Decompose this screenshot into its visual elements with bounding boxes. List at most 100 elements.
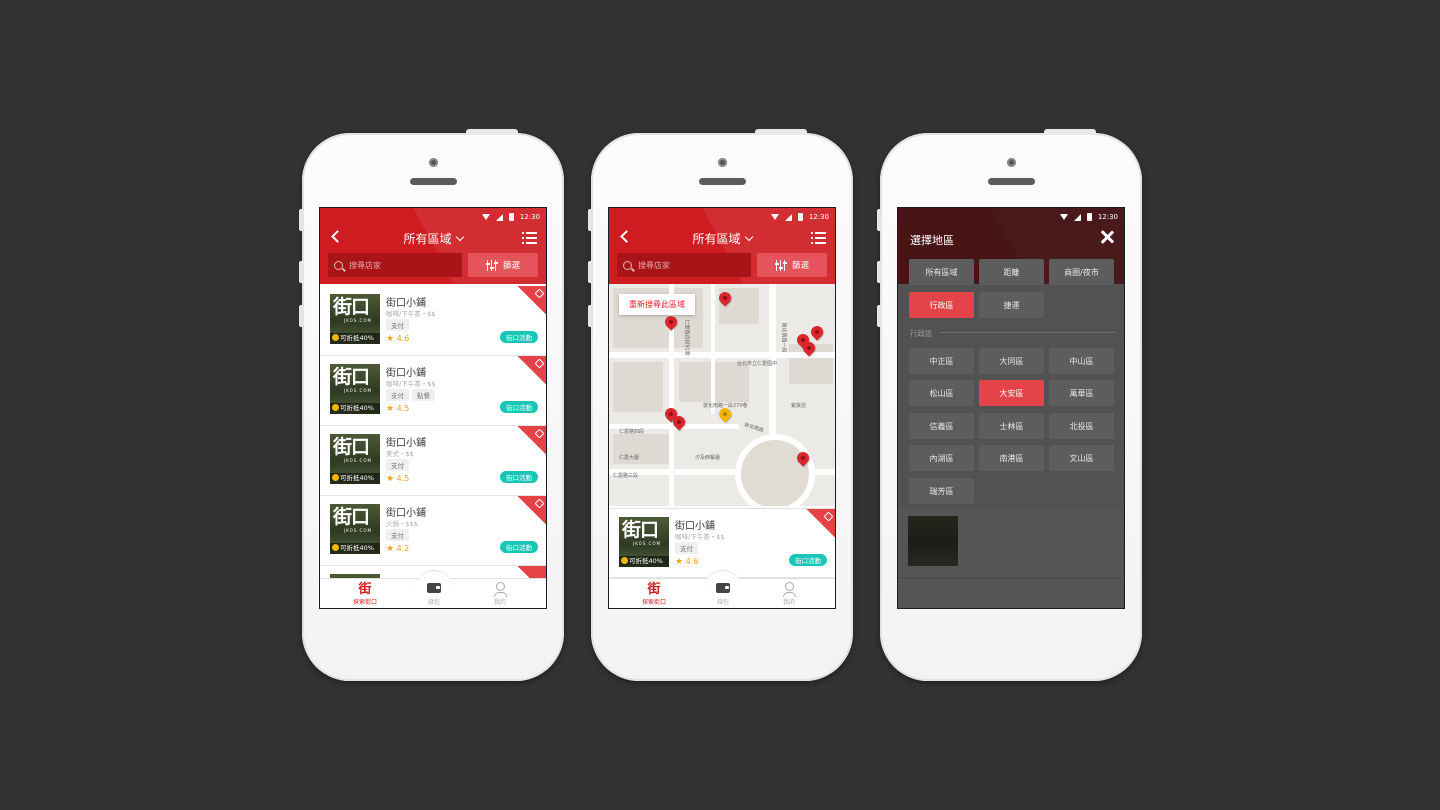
tab-explore[interactable]: 街探索街口 (624, 582, 684, 606)
store-card[interactable]: 街口 JKOS.COM 可折抵40% 街口小鋪 美式・$$ 支付 ★ 4.5 街… (320, 426, 546, 496)
tab-label: 錢包 (716, 599, 729, 606)
star-icon: ★ (386, 334, 395, 344)
district-option[interactable]: 南港區 (979, 445, 1044, 471)
status-bar: 12:30 (481, 212, 540, 222)
filter-button[interactable]: 篩選 (757, 253, 827, 277)
search-this-area-button[interactable]: 重新搜尋此區域 (619, 294, 695, 315)
district-option[interactable]: 中山區 (1049, 348, 1114, 374)
region-dropdown[interactable]: 所有區域 (609, 230, 835, 247)
app-header: 12:30 所有區域 搜尋店家 篩選 (609, 208, 835, 284)
region-modal-overlay[interactable]: 12:30 選擇地區 所有區域 距離 商圈/夜市 行政區 捷運 行政區 中正區 … (898, 208, 1124, 608)
option-business-district[interactable]: 商圈/夜市 (1049, 259, 1114, 285)
tag: 支付 (675, 542, 698, 554)
close-icon[interactable] (1100, 230, 1114, 244)
search-input[interactable]: 搜尋店家 (328, 253, 462, 277)
district-option-selected[interactable]: 大安區 (979, 380, 1044, 406)
modal-title: 選擇地區 (910, 234, 954, 247)
district-option[interactable]: 松山區 (909, 380, 974, 406)
store-card[interactable]: 街口 JKOS.COM 可折抵40% 街口小鋪 咖啡/下午茶・$$ 支付 點餐 ★… (320, 356, 546, 426)
region-dropdown[interactable]: 所有區域 (320, 230, 546, 247)
search-placeholder: 搜尋店家 (638, 260, 670, 270)
filter-label: 篩選 (502, 261, 520, 271)
event-badge[interactable]: 街口活動 (789, 554, 827, 566)
district-option[interactable]: 中正區 (909, 348, 974, 374)
street-label: 敦化南路 (743, 422, 765, 434)
search-icon (623, 260, 632, 270)
store-tags: 支付 (675, 542, 698, 554)
district-option[interactable]: 士林區 (979, 413, 1044, 439)
store-logo-url: JKOS.COM (344, 388, 372, 393)
page-title: 所有區域 (403, 232, 452, 246)
filter-label: 篩選 (791, 261, 809, 271)
search-input[interactable]: 搜尋店家 (617, 253, 751, 277)
district-option[interactable]: 文山區 (1049, 445, 1114, 471)
phone-list-view: 12:30 所有區域 搜尋店家 篩選 街口 JKOS.COM 可折抵40% 街口 (299, 129, 564, 681)
screen: 12:30 所有區域 搜尋店家 篩選 街口 JKOS.COM 可折抵40% 街口 (319, 207, 547, 609)
event-badge[interactable]: 街口活動 (500, 541, 538, 553)
option-all-regions[interactable]: 所有區域 (909, 259, 974, 285)
speaker (699, 178, 746, 185)
district-option[interactable]: 萬華區 (1049, 380, 1114, 406)
wifi-icon (1059, 214, 1068, 220)
user-icon (495, 582, 505, 591)
store-card[interactable]: 街口 JKOS.COM 可折抵40% 街口小鋪 咖啡/下午茶・$$ 支付 ★ 4… (320, 286, 546, 356)
star-icon: ★ (386, 474, 395, 484)
tab-label: 我的 (782, 599, 795, 606)
coin-icon (332, 544, 339, 551)
option-administrative-district[interactable]: 行政區 (909, 292, 974, 318)
page-title: 所有區域 (692, 232, 741, 246)
tab-label: 探索街口 (641, 599, 666, 606)
discount-label: 可折抵40% (330, 403, 380, 414)
store-rating: ★ 4.6 (386, 334, 410, 344)
status-bar: 12:30 (770, 212, 829, 222)
tab-label: 錢包 (427, 599, 440, 606)
phone-map-view: 12:30 所有區域 搜尋店家 篩選 仁愛路四段91巷 敦化南路一段 仁愛路四段… (588, 129, 853, 681)
wifi-icon (770, 214, 779, 220)
tab-explore[interactable]: 街探索街口 (335, 582, 395, 606)
event-badge[interactable]: 街口活動 (500, 471, 538, 483)
explore-icon: 街 (647, 582, 661, 597)
battery-icon (797, 213, 803, 221)
signal-icon (495, 213, 503, 221)
tag: 支付 (386, 459, 409, 471)
star-icon: ★ (386, 544, 395, 554)
map[interactable]: 仁愛路四段91巷 敦化南路一段 仁愛路四段 仁愛大廳 仁愛路三段 敦化南路 汐及… (609, 284, 835, 506)
store-category: 火鍋・$$$ (386, 520, 418, 528)
coin-icon (621, 557, 628, 564)
option-mrt[interactable]: 捷運 (979, 292, 1044, 318)
district-option[interactable]: 瑞芳區 (909, 478, 974, 504)
district-option[interactable]: 內湖區 (909, 445, 974, 471)
sliders-icon (485, 259, 498, 271)
store-thumbnail: 街口 JKOS.COM 可折抵40% (330, 504, 380, 554)
district-option[interactable]: 北投區 (1049, 413, 1114, 439)
store-category: 咖啡/下午茶・$$ (386, 380, 436, 388)
map-pin[interactable] (808, 323, 826, 341)
district-option[interactable]: 大同區 (979, 348, 1044, 374)
store-logo: 街口 (333, 296, 370, 318)
search-placeholder: 搜尋店家 (349, 260, 381, 270)
filter-button[interactable]: 篩選 (468, 253, 538, 277)
tab-profile[interactable]: 我的 (759, 582, 819, 606)
star-icon: ★ (386, 404, 395, 414)
event-badge[interactable]: 街口活動 (500, 331, 538, 343)
list-view-icon[interactable] (522, 232, 537, 245)
discount-label: 可折抵40% (619, 556, 669, 567)
explore-icon: 街 (358, 582, 372, 597)
wifi-icon (481, 214, 490, 220)
list-view-icon[interactable] (811, 232, 826, 245)
tab-profile[interactable]: 我的 (470, 582, 530, 606)
battery-icon (1086, 213, 1092, 221)
store-logo: 街口 (333, 366, 370, 388)
tag: 支付 (386, 529, 409, 541)
store-name: 街口小鋪 (386, 368, 426, 379)
store-logo: 街口 (333, 506, 370, 528)
store-card[interactable]: 街口 JKOS.COM 可折抵40% 街口小鋪 火鍋・$$$ 支付 ★ 4.2 … (320, 496, 546, 566)
option-distance[interactable]: 距離 (979, 259, 1044, 285)
district-option[interactable]: 信義區 (909, 413, 974, 439)
signal-icon (1073, 213, 1081, 221)
store-thumbnail: 街口 JKOS.COM 可折抵40% (330, 294, 380, 344)
selected-store-card[interactable]: 街口 JKOS.COM 可折抵40% 街口小鋪 咖啡/下午茶・$$ 支付 ★ 4… (609, 508, 835, 578)
sliders-icon (774, 259, 787, 271)
star-icon: ★ (675, 557, 684, 567)
event-badge[interactable]: 街口活動 (500, 401, 538, 413)
